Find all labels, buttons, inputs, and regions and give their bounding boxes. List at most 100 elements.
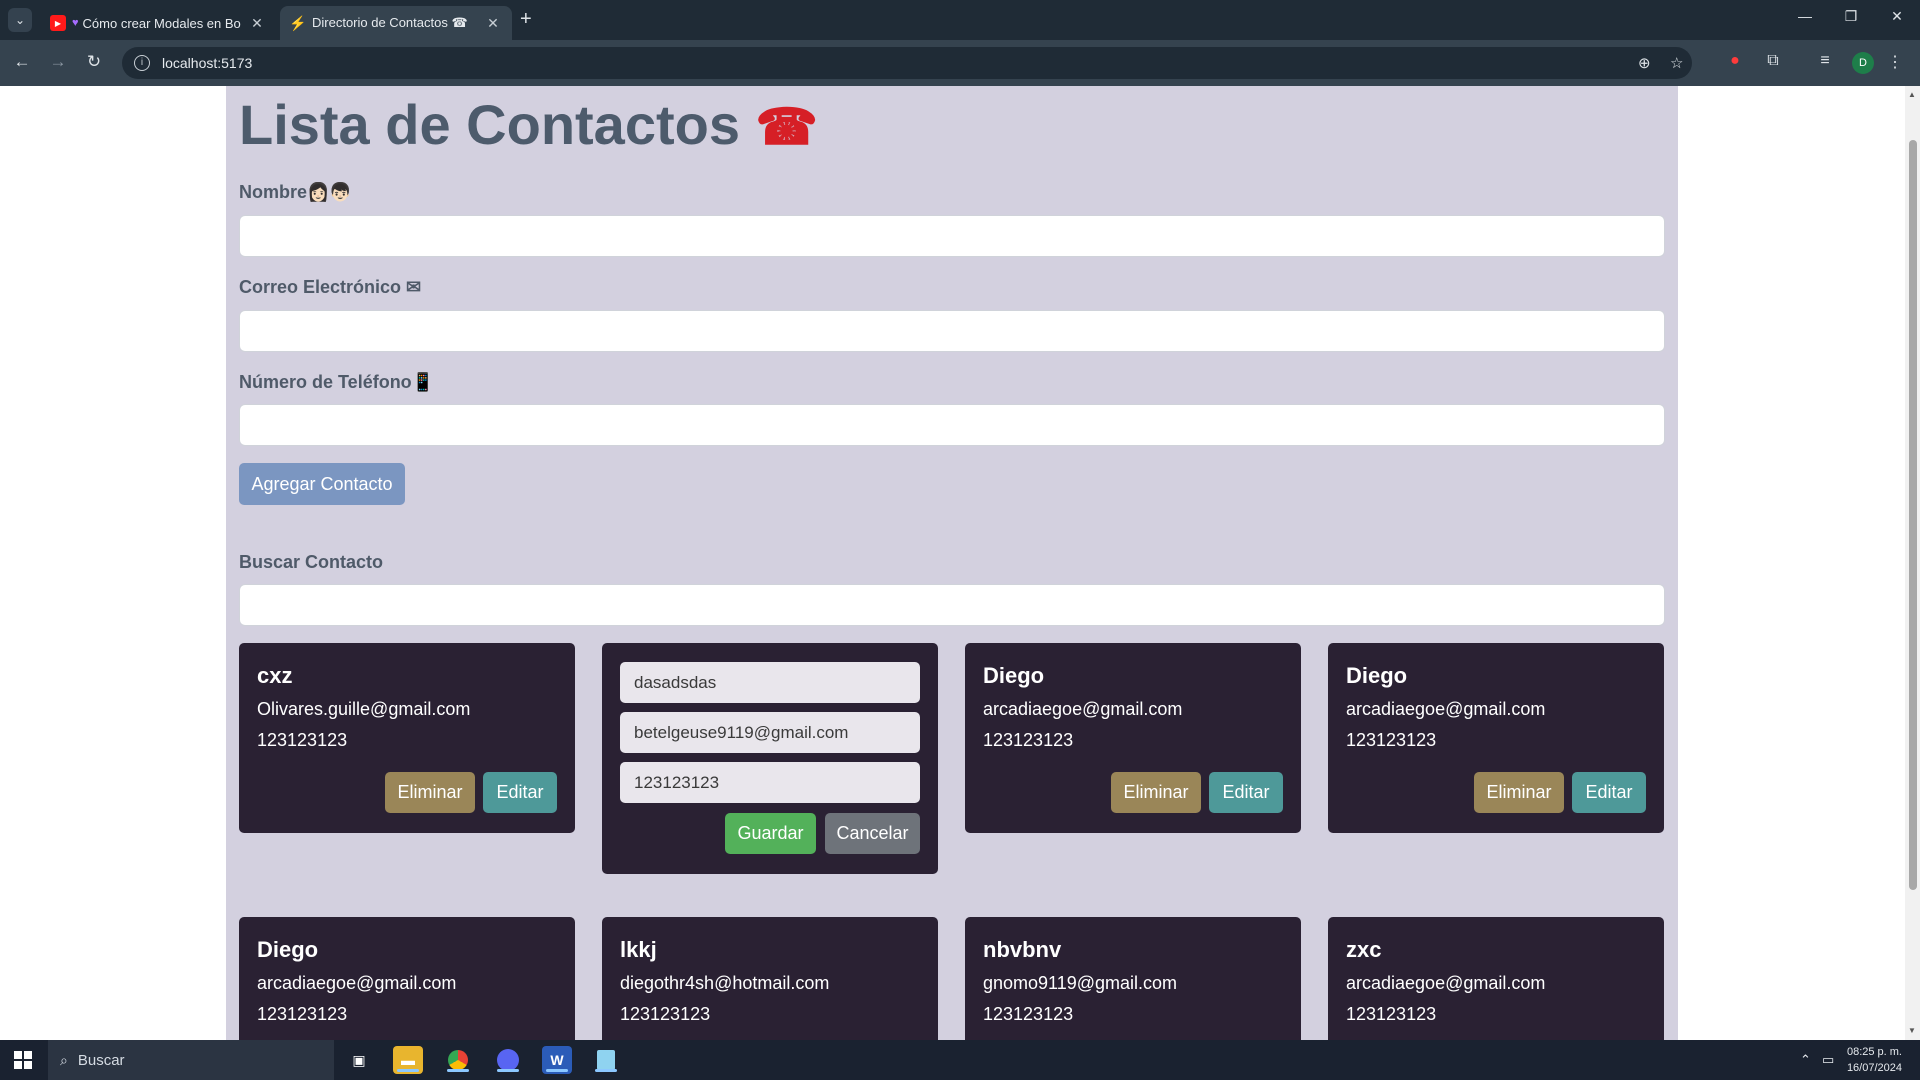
media-control-icon[interactable]: ≡	[1814, 52, 1836, 70]
restore-icon[interactable]: ❐	[1831, 8, 1871, 25]
address-bar[interactable]: i localhost:5173 ⊕ ☆	[122, 47, 1692, 79]
contact-phone: 123123123	[620, 1004, 711, 1024]
browser-tab-strip: ⌄ ▶ ♥ Cómo crear Modales en Bo ✕ ⚡ Direc…	[0, 0, 1920, 40]
contact-email: diegothr4sh@hotmail.com	[620, 973, 830, 993]
edit-button[interactable]: Editar	[1572, 772, 1646, 813]
contact-email: arcadiaegoe@gmail.com	[1346, 699, 1546, 719]
contact-card: cxz Olivares.guille@gmail.com 123123123 …	[239, 643, 575, 833]
phone-input[interactable]	[239, 404, 1665, 446]
scroll-down-icon[interactable]: ▼	[1908, 1026, 1916, 1035]
page-title-text: Lista de Contactos	[239, 93, 740, 156]
edit-phone-input[interactable]	[620, 762, 920, 803]
extensions-puzzle-icon[interactable]: ⧉	[1762, 52, 1784, 70]
extension-icon[interactable]: ●	[1724, 52, 1746, 70]
taskbar-search-box[interactable]: ⌕ Buscar	[48, 1040, 334, 1080]
network-icon[interactable]: ▭	[1822, 1040, 1834, 1080]
tray-chevron-icon[interactable]: ⌃	[1800, 1040, 1811, 1080]
scrollbar-thumb[interactable]	[1909, 140, 1917, 890]
contact-name: zxc	[1346, 937, 1382, 962]
taskbar-search-placeholder: Buscar	[77, 1051, 125, 1069]
contact-email: Olivares.guille@gmail.com	[257, 699, 471, 719]
heart-icon: ♥	[72, 17, 79, 29]
page-viewport: Lista de Contactos ☎ Nombre👩🏻👦🏻 Correo E…	[0, 86, 1905, 1040]
app-container: Lista de Contactos ☎ Nombre👩🏻👦🏻 Correo E…	[226, 86, 1678, 1040]
tab-directorio[interactable]: ⚡ Directorio de Contactos ☎ ✕	[280, 6, 512, 40]
contact-card: Diego arcadiaegoe@gmail.com 123123123	[239, 917, 575, 1040]
scroll-up-icon[interactable]: ▲	[1908, 90, 1916, 99]
contact-card: zxc arcadiaegoe@gmail.com 123123123	[1328, 917, 1664, 1040]
save-button[interactable]: Guardar	[725, 813, 816, 854]
edit-email-input[interactable]	[620, 712, 920, 753]
tab-title: Directorio de Contactos ☎	[312, 15, 468, 30]
url-text: localhost:5173	[162, 55, 253, 71]
profile-avatar[interactable]: D	[1852, 52, 1874, 74]
contact-phone: 123123123	[983, 730, 1074, 750]
name-label: Nombre👩🏻👦🏻	[239, 182, 352, 202]
contact-email: gnomo9119@gmail.com	[983, 973, 1178, 993]
search-label: Buscar Contacto	[239, 552, 384, 572]
contact-name: Diego	[257, 937, 319, 962]
contact-name: cxz	[257, 663, 293, 688]
browser-menu-icon[interactable]: ⋮	[1884, 52, 1906, 72]
page-scrollbar[interactable]: ▲ ▼	[1905, 86, 1920, 1040]
search-icon: ⌕	[60, 1051, 68, 1068]
contact-phone: 123123123	[983, 1004, 1074, 1024]
contact-card: Diego arcadiaegoe@gmail.com 123123123 El…	[1328, 643, 1664, 833]
edit-button[interactable]: Editar	[1209, 772, 1283, 813]
delete-button[interactable]: Eliminar	[1111, 772, 1201, 813]
delete-button[interactable]: Eliminar	[385, 772, 475, 813]
close-tab-icon[interactable]: ✕	[248, 15, 266, 32]
add-contact-button[interactable]: Agregar Contacto	[239, 463, 405, 505]
file-explorer-icon[interactable]: ▬	[393, 1046, 423, 1074]
clock-time: 08:25 p. m.	[1846, 1046, 1902, 1058]
edit-button[interactable]: Editar	[483, 772, 557, 813]
delete-button[interactable]: Eliminar	[1474, 772, 1564, 813]
contact-card: lkkj diegothr4sh@hotmail.com 123123123	[602, 917, 938, 1040]
contact-card: nbvbnv gnomo9119@gmail.com 123123123	[965, 917, 1301, 1040]
back-icon[interactable]: ←	[10, 52, 34, 72]
contact-name: Diego	[983, 663, 1045, 688]
forward-icon[interactable]: →	[46, 52, 70, 72]
youtube-icon: ▶	[50, 15, 66, 31]
word-icon[interactable]: W	[542, 1046, 572, 1074]
contact-name: nbvbnv	[983, 937, 1062, 962]
close-window-icon[interactable]: ✕	[1877, 8, 1917, 25]
vite-icon: ⚡	[289, 14, 307, 31]
name-input[interactable]	[239, 215, 1665, 257]
contact-name: lkkj	[620, 937, 657, 962]
windows-start-icon[interactable]	[14, 1051, 32, 1069]
email-input[interactable]	[239, 310, 1665, 352]
contact-phone: 123123123	[1346, 730, 1437, 750]
system-clock[interactable]: 08:25 p. m. 16/07/2024	[1842, 1044, 1902, 1076]
edit-name-input[interactable]	[620, 662, 920, 703]
phone-label: Número de Teléfono📱	[239, 372, 435, 392]
minimize-icon[interactable]: —	[1785, 8, 1825, 24]
email-label: Correo Electrónico ✉	[239, 277, 422, 297]
notepad-icon[interactable]	[591, 1046, 621, 1074]
contact-card: Diego arcadiaegoe@gmail.com 123123123 El…	[965, 643, 1301, 833]
contact-name: Diego	[1346, 663, 1408, 688]
contact-email: arcadiaegoe@gmail.com	[983, 699, 1183, 719]
bookmark-star-icon[interactable]: ☆	[1670, 47, 1683, 79]
clock-date: 16/07/2024	[1846, 1062, 1902, 1074]
contact-phone: 123123123	[1346, 1004, 1437, 1024]
telephone-icon: ☎	[755, 99, 818, 155]
reload-icon[interactable]: ↻	[82, 52, 106, 72]
contact-email: arcadiaegoe@gmail.com	[257, 973, 457, 993]
contact-phone: 123123123	[257, 1004, 348, 1024]
windows-taskbar: ⌕ Buscar ▣ ▬ W ⌃ ▭ 08:25 p. m. 16/07/202…	[0, 1040, 1920, 1080]
site-info-icon[interactable]: i	[134, 55, 150, 71]
discord-icon[interactable]	[493, 1046, 523, 1074]
task-view-icon[interactable]: ▣	[344, 1046, 374, 1074]
close-tab-icon[interactable]: ✕	[484, 15, 502, 32]
page-title: Lista de Contactos ☎	[239, 92, 818, 157]
zoom-icon[interactable]: ⊕	[1638, 47, 1651, 79]
contact-email: arcadiaegoe@gmail.com	[1346, 973, 1546, 993]
cancel-button[interactable]: Cancelar	[825, 813, 920, 854]
tab-search-menu-button[interactable]: ⌄	[8, 8, 32, 32]
new-tab-button[interactable]: +	[520, 8, 532, 31]
search-input[interactable]	[239, 584, 1665, 626]
chrome-icon[interactable]	[443, 1046, 473, 1074]
tab-youtube[interactable]: ▶ ♥ Cómo crear Modales en Bo ✕	[40, 6, 276, 40]
contact-phone: 123123123	[257, 730, 348, 750]
